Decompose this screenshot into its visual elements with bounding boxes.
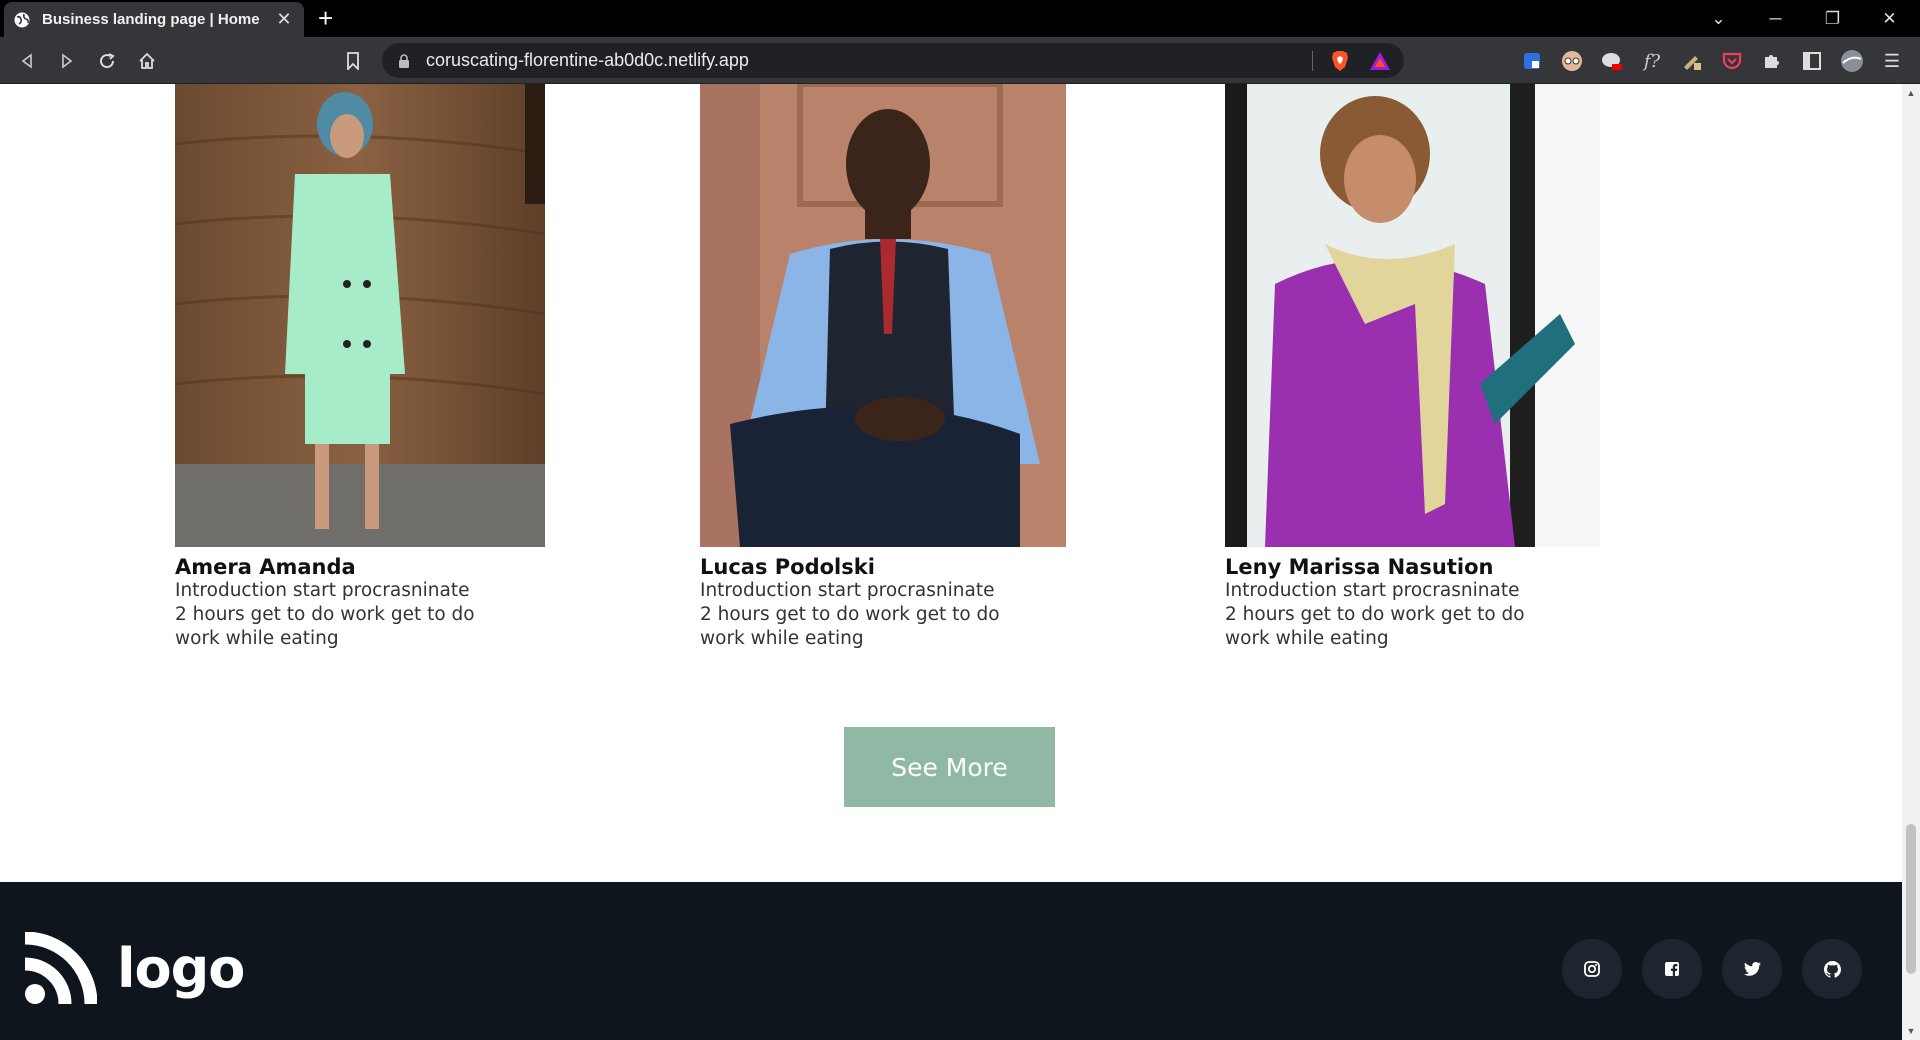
extension-pencil-icon[interactable] <box>1680 49 1704 73</box>
team-member-name: Lucas Podolski <box>700 555 875 579</box>
menu-icon[interactable]: ☰ <box>1880 49 1904 73</box>
twitter-link[interactable] <box>1722 939 1782 999</box>
team-member-description: Introduction start procrasninate 2 hours… <box>175 580 475 649</box>
url-text: coruscating-florentine-ab0d0c.netlify.ap… <box>426 50 749 70</box>
bookmark-icon[interactable] <box>340 48 366 74</box>
facebook-link[interactable] <box>1642 939 1702 999</box>
facebook-icon <box>1665 962 1679 977</box>
team-member-description: Introduction start procrasninate 2 hours… <box>700 580 1000 649</box>
instagram-link[interactable] <box>1562 939 1622 999</box>
team-card: Amera Amanda Introduction start procrasn… <box>175 84 545 651</box>
new-tab-icon[interactable]: + <box>318 5 333 31</box>
brave-shield-icon[interactable] <box>1328 49 1352 73</box>
logo[interactable]: logo <box>25 932 245 1004</box>
tab-title: Business landing page | Home <box>42 11 260 28</box>
scroll-down-arrow-icon[interactable]: ▼ <box>1902 1022 1920 1040</box>
extension-glasses-icon[interactable] <box>1560 49 1584 73</box>
globe-icon <box>14 12 30 27</box>
page-content: Amera Amanda Introduction start procrasn… <box>0 84 1902 1040</box>
home-icon[interactable] <box>134 48 160 74</box>
github-link[interactable] <box>1802 939 1862 999</box>
sidebar-toggle-icon[interactable] <box>1800 49 1824 73</box>
close-tab-icon[interactable]: ✕ <box>274 9 294 30</box>
browser-toolbar: coruscating-florentine-ab0d0c.netlify.ap… <box>0 37 1920 84</box>
team-card: Lucas Podolski Introduction start procra… <box>700 84 1066 651</box>
see-more-button[interactable]: See More <box>844 727 1055 807</box>
tab-search-icon[interactable]: ⌄ <box>1690 0 1747 37</box>
extension-cloud-icon[interactable] <box>1600 49 1624 73</box>
twitter-icon <box>1743 962 1761 976</box>
tab-bar: Business landing page | Home ✕ + ⌄ ─ ❐ ✕ <box>0 0 1920 37</box>
logo-text: logo <box>117 936 245 1000</box>
team-photo-lucas <box>700 84 1066 547</box>
minimize-icon[interactable]: ─ <box>1747 0 1804 37</box>
restore-icon[interactable]: ❐ <box>1804 0 1861 37</box>
pocket-icon[interactable] <box>1720 49 1744 73</box>
team-member-name: Leny Marissa Nasution <box>1225 555 1494 579</box>
scroll-thumb[interactable] <box>1906 824 1916 974</box>
github-icon <box>1823 960 1841 978</box>
forward-icon[interactable] <box>54 48 80 74</box>
extensions-puzzle-icon[interactable] <box>1760 49 1784 73</box>
scroll-up-arrow-icon[interactable]: ▲ <box>1902 84 1920 102</box>
reload-icon[interactable] <box>94 48 120 74</box>
back-icon[interactable] <box>14 48 40 74</box>
logo-icon <box>25 932 97 1004</box>
brave-rewards-icon[interactable] <box>1368 49 1392 73</box>
extension-shield-icon[interactable] <box>1520 49 1544 73</box>
team-member-description: Introduction start procrasninate 2 hours… <box>1225 580 1525 649</box>
footer: logo <box>0 882 1902 1040</box>
lock-icon <box>399 53 409 68</box>
page-scrollbar[interactable]: ▲ ▼ <box>1902 84 1920 1040</box>
team-photo-leny <box>1225 84 1600 547</box>
address-bar[interactable]: coruscating-florentine-ab0d0c.netlify.ap… <box>382 43 1404 78</box>
profile-avatar-icon[interactable] <box>1840 49 1864 73</box>
instagram-icon <box>1584 961 1600 977</box>
team-photo-amera <box>175 84 545 547</box>
browser-tab[interactable]: Business landing page | Home ✕ <box>4 2 304 37</box>
close-window-icon[interactable]: ✕ <box>1861 0 1918 37</box>
team-member-name: Amera Amanda <box>175 555 356 579</box>
extension-function-icon[interactable]: f? <box>1640 49 1664 73</box>
team-card: Leny Marissa Nasution Introduction start… <box>1225 84 1600 651</box>
